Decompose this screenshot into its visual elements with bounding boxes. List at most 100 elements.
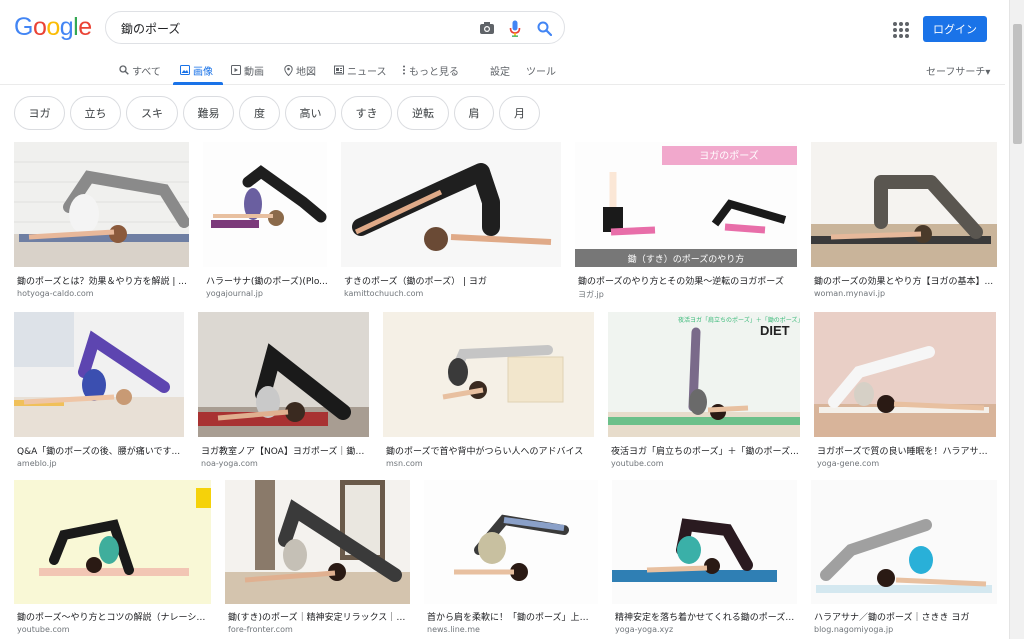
result-thumbnail[interactable] [383, 312, 594, 437]
result-caption: 鋤のポーズで首や背中がつらい人へのアドバイス [386, 447, 584, 457]
result-thumbnail[interactable]: 夜活ヨガ「肩立ちのポーズ」＋「鋤のポーズ」 DIET [608, 312, 800, 437]
settings-link[interactable]: 設定 [490, 60, 510, 80]
chip-kata[interactable]: 肩 [454, 96, 494, 130]
result-source: yoga-yoga.xyz [615, 625, 674, 634]
safe-search-dropdown[interactable]: セーフサーチ▾ [926, 60, 990, 80]
image-result[interactable]: Q&A「鋤のポーズの後、腰が痛いです... ameblo.jp [14, 312, 184, 472]
result-caption: 鋤のポーズ〜やり方とコツの解説（ナレーショ... [17, 613, 210, 623]
search-icon [119, 65, 129, 75]
result-source: kamittochuuch.com [344, 289, 424, 298]
image-result[interactable]: 鋤のポーズの効果とやり方【ヨガの基本】... woman.mynavi.jp [811, 142, 997, 302]
scrollbar-thumb[interactable] [1013, 24, 1022, 144]
result-source: yogajournal.jp [206, 289, 263, 298]
chip-do[interactable]: 度 [239, 96, 280, 130]
result-thumbnail[interactable] [811, 142, 997, 267]
image-result[interactable]: ヨガポーズで質の良い睡眠を！ハラアサナ... yoga-gene.com [814, 312, 996, 472]
result-thumbnail[interactable]: ヨガのポーズ 鋤（すき）のポーズのやり方 [575, 142, 797, 267]
logo-letter: o [46, 13, 60, 41]
result-thumbnail[interactable] [424, 480, 598, 604]
search-tabs: すべて 画像 動画 地図 ニュース もっと見る 設定 ツール セーフサーチ▾ [0, 55, 1005, 85]
video-icon [231, 65, 241, 75]
result-thumbnail[interactable] [811, 480, 997, 604]
logo-letter: e [78, 13, 92, 41]
image-result[interactable]: 鋤(すき)のポーズ｜精神安定リラックス｜For... fore-fronter.… [225, 480, 410, 639]
tab-more[interactable]: もっと見る [402, 60, 459, 80]
page-scrollbar[interactable] [1009, 0, 1024, 639]
chip-gyakuten[interactable]: 逆転 [397, 96, 449, 130]
result-caption: ヨガポーズで質の良い睡眠を！ハラアサナ... [817, 447, 995, 457]
tab-maps[interactable]: 地図 [284, 60, 316, 80]
chip-yoga[interactable]: ヨガ [14, 96, 65, 130]
result-source: news.line.me [427, 625, 480, 634]
result-thumbnail[interactable] [341, 142, 561, 267]
more-vert-icon [403, 65, 405, 75]
image-result[interactable]: 首から肩を柔軟に！「鋤のポーズ」上達... news.line.me [424, 480, 598, 639]
tab-images[interactable]: 画像 [180, 60, 213, 80]
result-caption: 精神安定を落ち着かせてくれる鋤のポーズ|... [615, 613, 796, 623]
result-thumbnail[interactable] [14, 480, 211, 604]
camera-icon[interactable] [478, 19, 496, 37]
image-result[interactable]: ハラアサナ／鋤のポーズ｜さきき ヨガ blog.nagomiyoga.jp [811, 480, 997, 639]
result-caption: 鋤(すき)のポーズ｜精神安定リラックス｜For... [228, 613, 409, 623]
result-source: hotyoga-caldo.com [17, 289, 94, 298]
result-source: yoga-gene.com [817, 459, 880, 468]
image-result[interactable]: 鋤のポーズで首や背中がつらい人へのアドバイス msn.com [383, 312, 594, 472]
result-caption: 夜活ヨガ「肩立ちのポーズ」＋「鋤のポーズ... [611, 447, 799, 457]
map-pin-icon [284, 64, 293, 76]
tab-all[interactable]: すべて [119, 60, 161, 80]
search-box[interactable] [105, 11, 565, 44]
tab-label: すべて [132, 66, 161, 78]
result-caption: Q&A「鋤のポーズの後、腰が痛いです... [17, 447, 181, 457]
logo-letter: g [59, 13, 74, 41]
search-input[interactable] [121, 18, 451, 38]
image-result[interactable]: 鋤のポーズとは？効果＆やり方を解説 | ... hotyoga-caldo.co… [14, 142, 189, 302]
result-source: ヨガ.jp [578, 290, 604, 299]
image-result[interactable]: ヨガ教室ノア【NOA】ヨガポーズ｜鋤の... noa-yoga.com [198, 312, 369, 472]
result-thumbnail[interactable] [203, 142, 327, 267]
image-result[interactable]: ヨガのポーズ 鋤（すき）のポーズのやり方 鋤のポーズのやり方とその効果〜逆転のヨ… [575, 142, 797, 302]
tab-news[interactable]: ニュース [334, 60, 387, 80]
result-source: youtube.com [611, 459, 664, 468]
result-source: blog.nagomiyoga.jp [814, 625, 894, 634]
chip-suki-kana[interactable]: すき [341, 96, 392, 130]
result-source: msn.com [386, 459, 423, 468]
result-thumbnail[interactable] [225, 480, 410, 604]
image-icon [180, 65, 190, 75]
image-result[interactable]: 鋤のポーズ〜やり方とコツの解説（ナレーショ... youtube.com [14, 480, 211, 639]
logo-letter: o [32, 13, 47, 41]
chip-takai[interactable]: 高い [285, 96, 336, 130]
microphone-icon[interactable] [506, 19, 524, 37]
chip-tachi[interactable]: 立ち [70, 96, 121, 130]
tab-label: 動画 [244, 66, 264, 78]
tools-link[interactable]: ツール [526, 60, 556, 80]
google-logo[interactable]: Google [14, 13, 92, 42]
apps-grid-icon[interactable] [890, 19, 910, 39]
result-caption: 首から肩を柔軟に！「鋤のポーズ」上達... [427, 613, 597, 623]
login-button[interactable]: ログイン [923, 16, 987, 42]
tab-label: 設定 [490, 66, 510, 78]
logo-letter: G [14, 13, 33, 41]
result-source: fore-fronter.com [228, 625, 293, 634]
result-source: ameblo.jp [17, 459, 57, 468]
result-thumbnail[interactable] [14, 312, 184, 437]
result-thumbnail[interactable] [814, 312, 996, 437]
chip-tsuki[interactable]: 月 [499, 96, 540, 130]
result-thumbnail[interactable] [14, 142, 189, 267]
result-source: noa-yoga.com [201, 459, 258, 468]
tab-videos[interactable]: 動画 [231, 60, 264, 80]
chip-nani[interactable]: 難易 [183, 96, 234, 130]
image-result[interactable]: ハラーサナ(鋤のポーズ)(Plo... yogajournal.jp [203, 142, 328, 302]
search-icon[interactable] [535, 19, 553, 37]
image-result[interactable]: 精神安定を落ち着かせてくれる鋤のポーズ|... yoga-yoga.xyz [612, 480, 797, 639]
news-icon [334, 65, 344, 75]
image-result[interactable]: すきのポーズ（鋤のポーズ） | ヨガ kamittochuuch.com [341, 142, 561, 302]
result-caption: 鋤のポーズとは？効果＆やり方を解説 | ... [17, 277, 187, 287]
result-source: woman.mynavi.jp [814, 289, 886, 298]
chip-suki[interactable]: スキ [126, 96, 178, 130]
tab-label: ニュース [347, 66, 387, 78]
result-thumbnail[interactable] [198, 312, 369, 437]
tab-label: もっと見る [409, 66, 459, 78]
result-caption: すきのポーズ（鋤のポーズ） | ヨガ [344, 277, 487, 287]
image-result[interactable]: 夜活ヨガ「肩立ちのポーズ」＋「鋤のポーズ」 DIET 夜活ヨガ「肩立ちのポーズ」… [608, 312, 800, 472]
result-thumbnail[interactable] [612, 480, 797, 604]
